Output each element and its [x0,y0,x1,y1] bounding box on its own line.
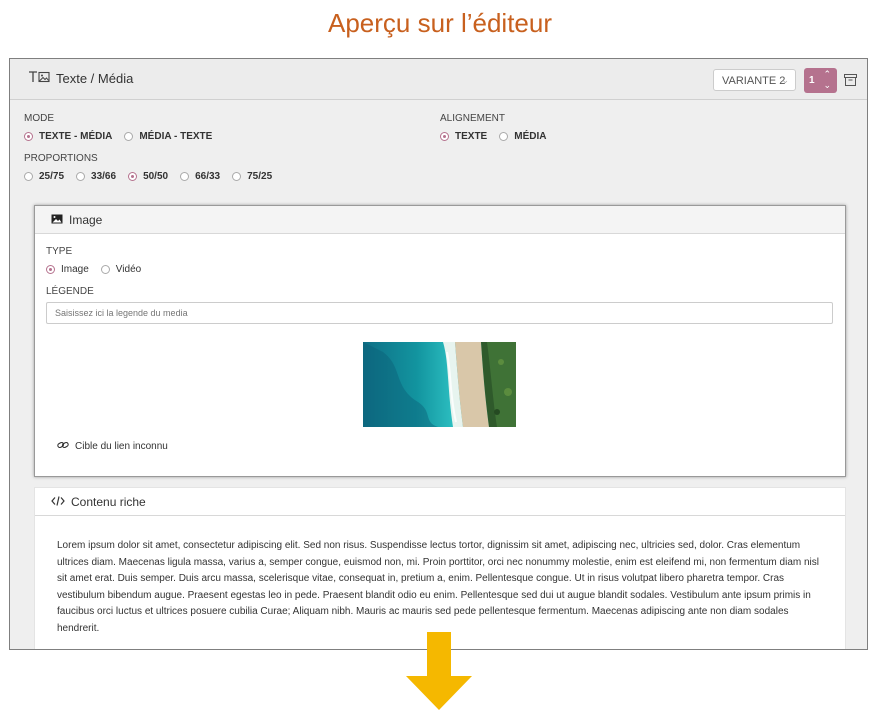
radio-checked-icon[interactable] [46,265,55,274]
index-value: 1 [809,75,815,86]
block-title-label: Texte / Média [56,71,134,86]
radio-icon[interactable] [24,172,33,181]
type-radio-group: Image Vidéo [46,264,153,275]
media-preview-image [363,342,516,427]
radio-checked-icon[interactable] [440,132,449,141]
radio-checked-icon[interactable] [128,172,138,181]
mode-option-media-texte[interactable]: MÉDIA - TEXTE [124,131,212,142]
image-card-title-label: Image [69,213,103,227]
proportion-option-33-66[interactable]: 33/66 [76,171,116,182]
proportions-label: PROPORTIONS [24,153,98,164]
block-header: Texte / Média VARIANTE 2 ⌄ 1 ⌃ ⌄ [10,59,867,100]
page-heading: Aperçu sur l’éditeur [328,8,552,38]
radio-checked-icon[interactable] [24,132,33,141]
mode-label: MODE [24,113,54,124]
type-option-video[interactable]: Vidéo [100,264,142,275]
alignement-option-label: MÉDIA [514,131,547,142]
alignement-option-media[interactable]: MÉDIA [499,131,546,142]
proportion-option-label: 50/50 [143,171,169,182]
link-icon [57,440,69,453]
link-target-label: Cible du lien inconnu [75,441,168,452]
chevron-up-icon[interactable]: ⌃ [823,69,831,80]
radio-icon[interactable] [124,132,134,141]
type-option-image[interactable]: Image [46,264,89,275]
alignement-radio-group: TEXTE MÉDIA [440,131,558,142]
editor-frame: Texte / Média VARIANTE 2 ⌄ 1 ⌃ ⌄ MODE TE… [9,58,868,650]
proportion-option-label: 75/25 [247,171,273,182]
image-card-header: Image [35,206,845,234]
arrow-down-icon [406,632,472,715]
mode-radio-group: TEXTE - MÉDIA MÉDIA - TEXTE [24,131,224,142]
rich-content-header: Contenu riche [35,488,845,516]
radio-icon[interactable] [232,172,242,181]
text-media-icon [28,71,50,86]
alignement-option-label: TEXTE [455,131,488,142]
proportion-option-25-75[interactable]: 25/75 [24,171,64,182]
image-card-title: Image [51,213,102,227]
image-icon [51,213,63,227]
rich-content-title: Contenu riche [51,495,146,509]
type-label: TYPE [46,246,73,257]
proportion-option-label: 66/33 [195,171,221,182]
legend-label: LÉGENDE [46,286,94,297]
proportion-option-66-33[interactable]: 66/33 [180,171,220,182]
radio-icon[interactable] [499,132,509,141]
proportions-radio-group: 25/75 33/66 50/50 66/33 75/25 [24,171,284,182]
proportion-option-50-50[interactable]: 50/50 [128,171,168,182]
alignement-option-texte[interactable]: TEXTE [440,131,487,142]
proportion-option-75-25[interactable]: 75/25 [232,171,272,182]
index-stepper[interactable]: 1 ⌃ ⌄ [804,68,837,93]
radio-icon[interactable] [180,172,190,181]
proportion-option-label: 25/75 [39,171,65,182]
rich-content-text[interactable]: Lorem ipsum dolor sit amet, consectetur … [57,538,823,638]
alignement-label: ALIGNEMENT [440,113,506,124]
type-option-label: Vidéo [115,264,142,275]
rich-content-title-label: Contenu riche [71,495,146,509]
variant-value: VARIANTE 2 [722,75,786,87]
radio-icon[interactable] [100,265,110,274]
variant-select[interactable]: VARIANTE 2 ⌄ [713,69,796,91]
image-card: Image TYPE Image Vidéo LÉGENDE Saisissez… [34,205,846,477]
mode-option-label: TEXTE - MÉDIA [39,131,113,142]
archive-icon[interactable] [844,73,857,91]
rich-content-card: Contenu riche Lorem ipsum dolor sit amet… [34,487,846,649]
type-option-label: Image [61,264,89,275]
radio-icon[interactable] [76,172,86,181]
mode-option-label: MÉDIA - TEXTE [139,131,213,142]
proportion-option-label: 33/66 [91,171,117,182]
chevron-down-icon[interactable]: ⌄ [823,80,831,91]
code-icon [51,495,65,509]
link-target[interactable]: Cible du lien inconnu [57,440,168,453]
block-title: Texte / Média [28,71,133,86]
legend-input[interactable] [46,302,833,324]
chevron-down-icon: ⌄ [781,75,789,85]
mode-option-texte-media[interactable]: TEXTE - MÉDIA [24,131,112,142]
